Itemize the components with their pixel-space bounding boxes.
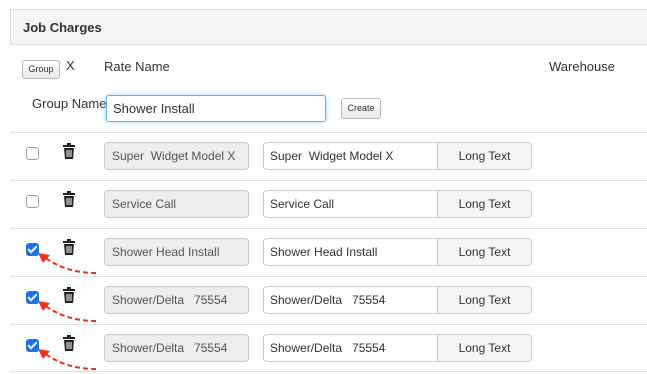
rate-name-field: Shower/Delta 75554 — [104, 334, 249, 362]
group-button[interactable]: Group — [22, 60, 60, 79]
long-text-button[interactable]: Long Text — [437, 286, 532, 314]
rate-name-field: Service Call — [104, 190, 249, 218]
long-text-button[interactable]: Long Text — [437, 238, 532, 266]
trash-icon[interactable] — [62, 143, 76, 159]
description-input[interactable]: Shower Head Install — [263, 238, 438, 266]
row-checkbox[interactable] — [26, 195, 39, 208]
long-text-button[interactable]: Long Text — [437, 190, 532, 218]
rate-name-field: Shower/Delta 75554 — [104, 286, 249, 314]
create-button[interactable]: Create — [341, 98, 381, 119]
description-input[interactable]: Super Widget Model X — [263, 142, 438, 170]
group-name-input[interactable] — [106, 95, 326, 122]
table-row: Shower/Delta 75554 Shower/Delta 75554 Lo… — [10, 324, 647, 372]
group-close-x[interactable]: X — [66, 58, 75, 73]
description-input[interactable]: Shower/Delta 75554 — [263, 286, 438, 314]
description-input[interactable]: Shower/Delta 75554 — [263, 334, 438, 362]
annotation-arrow-icon — [38, 349, 97, 370]
description-input[interactable]: Service Call — [263, 190, 438, 218]
annotation-arrow-icon — [38, 253, 97, 274]
panel-header: Job Charges — [10, 9, 647, 45]
annotation-arrow-icon — [38, 301, 97, 322]
row-checkbox[interactable] — [26, 147, 39, 160]
table-row: Super Widget Model X Super Widget Model … — [10, 132, 647, 180]
column-header-warehouse: Warehouse — [549, 59, 615, 74]
group-name-label: Group Name — [32, 96, 107, 111]
column-header-rate-name: Rate Name — [104, 59, 170, 74]
long-text-button[interactable]: Long Text — [437, 334, 532, 362]
table-row: Service Call Service Call Long Text — [10, 180, 647, 228]
rate-name-field: Super Widget Model X — [104, 142, 249, 170]
trash-icon[interactable] — [62, 191, 76, 207]
long-text-button[interactable]: Long Text — [437, 142, 532, 170]
panel-title: Job Charges — [23, 20, 102, 35]
table-row: Shower/Delta 75554 Shower/Delta 75554 Lo… — [10, 276, 647, 324]
rate-name-field: Shower Head Install — [104, 238, 249, 266]
table-row: Shower Head Install Shower Head Install … — [10, 228, 647, 276]
